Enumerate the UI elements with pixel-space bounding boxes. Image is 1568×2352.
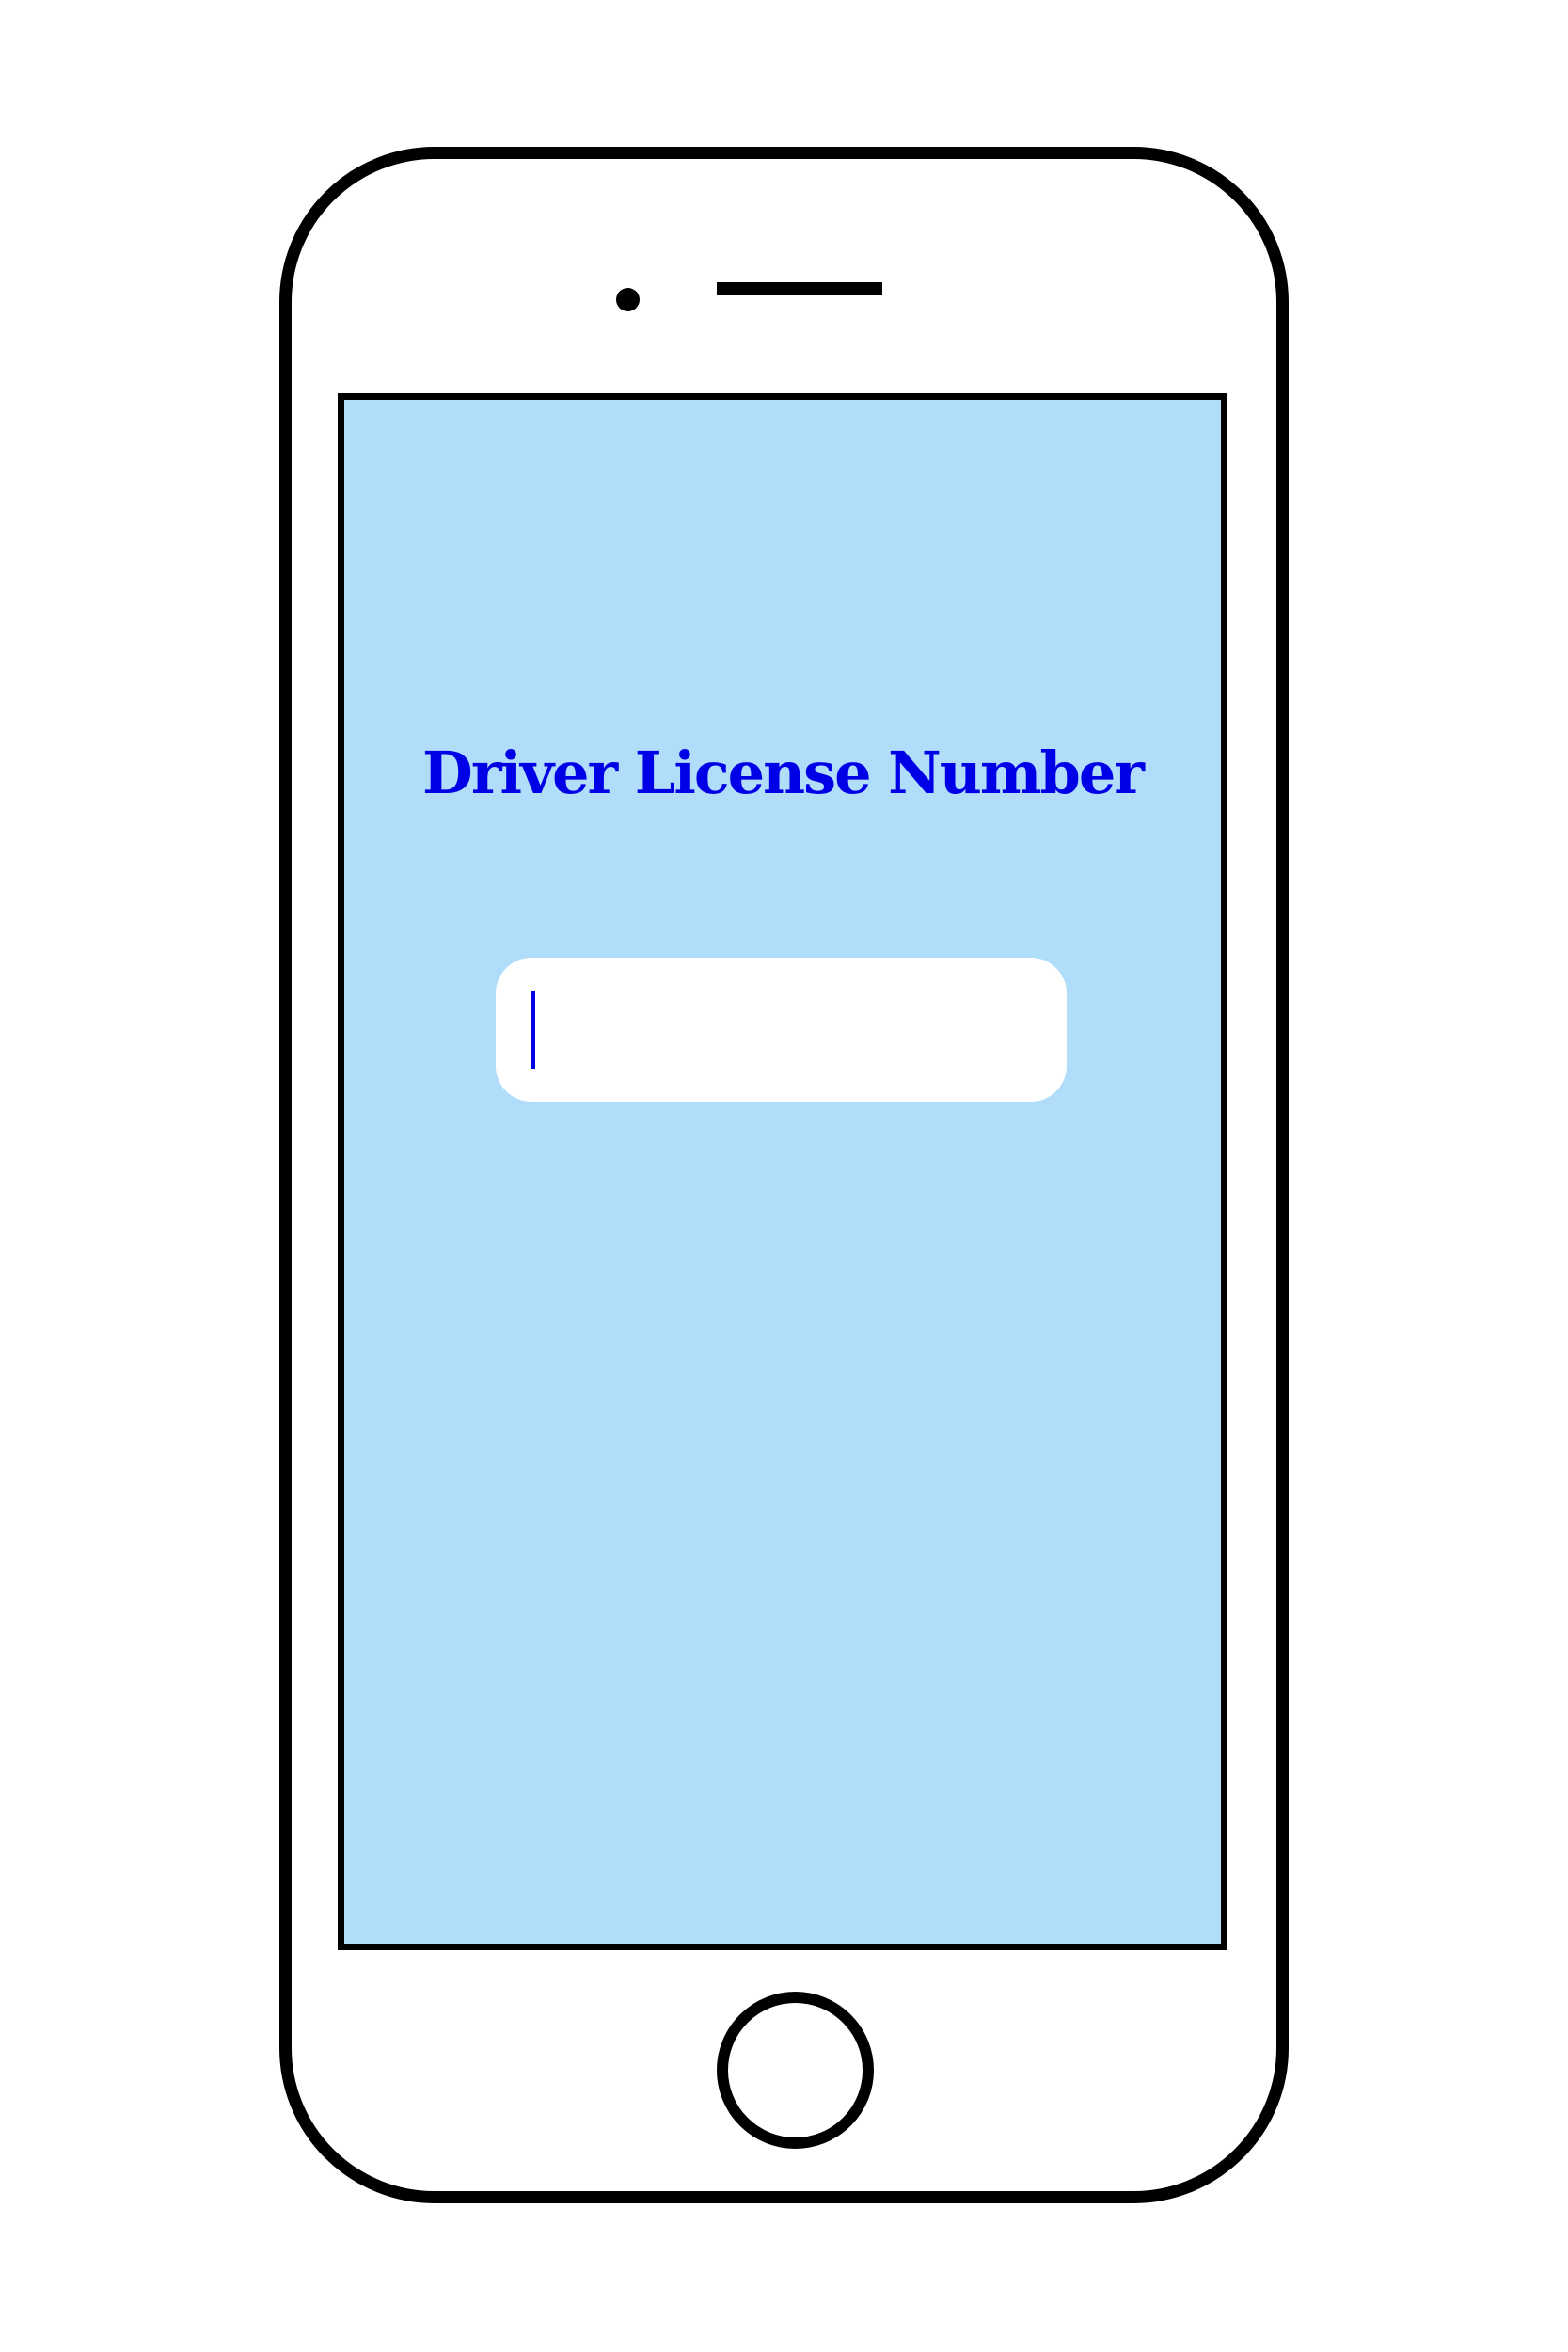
text-cursor <box>531 991 535 1069</box>
license-number-field-container[interactable] <box>496 958 1067 1102</box>
front-camera-icon <box>616 288 640 311</box>
license-number-input[interactable] <box>541 958 1049 1102</box>
phone-screen: Driver License Number <box>338 393 1227 1950</box>
home-button[interactable] <box>717 1992 874 2149</box>
speaker-grille-icon <box>717 282 882 295</box>
page-title: Driver License Number <box>422 739 1145 807</box>
